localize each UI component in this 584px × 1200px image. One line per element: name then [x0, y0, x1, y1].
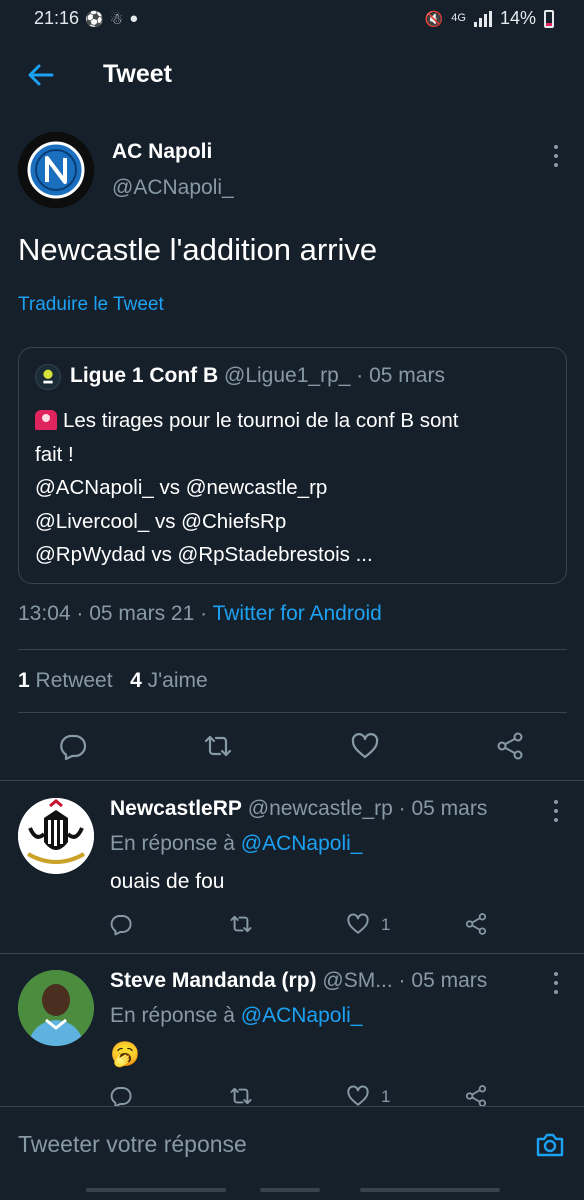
author-handle[interactable]: @ACNapoli_	[112, 176, 234, 200]
separator: ·	[194, 602, 213, 625]
reply-to-handle[interactable]: @ACNapoli_	[241, 832, 363, 855]
reply-prefix: En réponse à	[110, 832, 241, 855]
reply-header: Steve Mandanda (rp) @SM... · 05 mars	[110, 969, 487, 993]
divider	[0, 780, 584, 781]
battery-percent: 14%	[499, 8, 536, 28]
notification-icon: ☃	[109, 10, 124, 28]
reply-author-handle[interactable]: @newcastle_rp	[248, 797, 393, 820]
reply-prefix: En réponse à	[110, 1004, 241, 1027]
quoted-line: @ACNapoli_ vs @newcastle_rp	[35, 476, 328, 499]
reply-author-name[interactable]: Steve Mandanda (rp)	[110, 969, 317, 992]
mute-icon: 🔇	[424, 10, 444, 28]
like-icon[interactable]	[346, 912, 370, 936]
top-app-bar: Tweet	[0, 38, 584, 112]
quoted-tweet[interactable]: Ligue 1 Conf B @Ligue1_rp_ · 05 mars Les…	[18, 347, 567, 584]
reply-author-name[interactable]: NewcastleRP	[110, 797, 242, 820]
status-time: 21:16	[34, 8, 80, 28]
messenger-icon: ●	[129, 10, 139, 27]
reply-date: 05 mars	[411, 797, 488, 820]
tweet-source[interactable]: Twitter for Android	[213, 602, 382, 625]
tweet-time: 13:04	[18, 602, 71, 625]
avatar[interactable]	[18, 132, 94, 208]
reply-text: ouais de fou	[110, 870, 225, 893]
tweet-meta: 13:04 · 05 mars 21 · Twitter for Android	[18, 602, 382, 626]
retweet-icon[interactable]	[203, 731, 233, 761]
reply-icon[interactable]	[58, 731, 88, 761]
avatar[interactable]	[18, 798, 94, 874]
divider	[18, 649, 567, 650]
battery-icon	[544, 9, 554, 28]
reply-date: 05 mars	[411, 969, 488, 992]
separator: ·	[392, 797, 412, 820]
quoted-author-name: Ligue 1 Conf B	[70, 364, 219, 387]
more-icon[interactable]	[553, 800, 559, 822]
tweet-date: 05 mars 21	[89, 602, 195, 625]
share-icon[interactable]	[464, 912, 488, 936]
nav-handle	[260, 1188, 320, 1192]
signal-icon	[473, 10, 492, 27]
divider	[0, 953, 584, 954]
like-icon[interactable]	[350, 731, 380, 761]
camera-icon[interactable]	[534, 1129, 566, 1161]
reply-composer: Tweeter votre réponse	[0, 1106, 584, 1182]
translate-link[interactable]: Traduire le Tweet	[18, 294, 164, 316]
reply-icon[interactable]	[109, 1084, 133, 1108]
quoted-author-handle: @Ligue1_rp_	[224, 364, 351, 387]
network-type: 4G	[451, 12, 466, 24]
retweet-label[interactable]: Retweet	[36, 669, 113, 692]
reply-to-handle[interactable]: @ACNapoli_	[241, 1004, 363, 1027]
reply-to: En réponse à @ACNapoli_	[110, 1004, 362, 1028]
reply-icon[interactable]	[109, 912, 133, 936]
like-count: 1	[381, 1087, 391, 1106]
share-icon[interactable]	[495, 731, 525, 761]
retweet-count[interactable]: 1	[18, 669, 30, 692]
author-name[interactable]: AC Napoli	[112, 140, 212, 164]
avatar[interactable]	[18, 970, 94, 1046]
quoted-line: fait !	[35, 442, 74, 466]
like-icon[interactable]	[346, 1084, 370, 1108]
reply-to: En réponse à @ACNapoli_	[110, 832, 362, 856]
ligue1-logo-icon	[35, 364, 61, 390]
tweet-stats: 1 Retweet 4 J'aime	[18, 669, 208, 693]
system-nav-bar	[0, 1182, 584, 1200]
like-label[interactable]: J'aime	[148, 669, 208, 692]
nav-handle	[360, 1188, 500, 1192]
divider	[18, 712, 567, 713]
like-count: 1	[381, 915, 391, 934]
tweet-text: Newcastle l'addition arrive	[18, 232, 378, 267]
reply-input[interactable]: Tweeter votre réponse	[18, 1131, 247, 1158]
nav-handle	[86, 1188, 226, 1192]
quoted-text: Les tirages pour le tournoi de la conf B…	[35, 404, 555, 572]
separator: ·	[70, 602, 90, 625]
share-icon[interactable]	[464, 1084, 488, 1108]
quoted-line: @Livercool_ vs @ChiefsRp	[35, 509, 287, 533]
back-arrow-icon[interactable]	[26, 60, 56, 90]
siren-icon	[35, 410, 57, 430]
quoted-line: @RpWydad vs @RpStadebrestois ...	[35, 543, 373, 566]
like-count[interactable]: 4	[130, 669, 142, 692]
page-title: Tweet	[103, 60, 172, 88]
reply-author-handle[interactable]: @SM...	[322, 969, 392, 992]
quoted-date: 05 mars	[369, 364, 445, 387]
reply-text: 🥱	[110, 1041, 140, 1068]
separator: ·	[392, 969, 412, 992]
more-icon[interactable]	[553, 972, 559, 994]
retweet-icon[interactable]	[229, 1084, 253, 1108]
more-icon[interactable]	[553, 145, 559, 167]
separator: ·	[350, 364, 370, 387]
soccer-ball-icon: ⚽	[85, 10, 104, 28]
reply-header: NewcastleRP @newcastle_rp · 05 mars	[110, 797, 487, 821]
status-bar: 21:16 ⚽ ☃ ● 🔇 4G 14%	[0, 0, 584, 38]
quoted-header: Ligue 1 Conf B @Ligue1_rp_ · 05 mars	[70, 364, 445, 388]
quoted-line: Les tirages pour le tournoi de la conf B…	[63, 409, 459, 432]
retweet-icon[interactable]	[229, 912, 253, 936]
